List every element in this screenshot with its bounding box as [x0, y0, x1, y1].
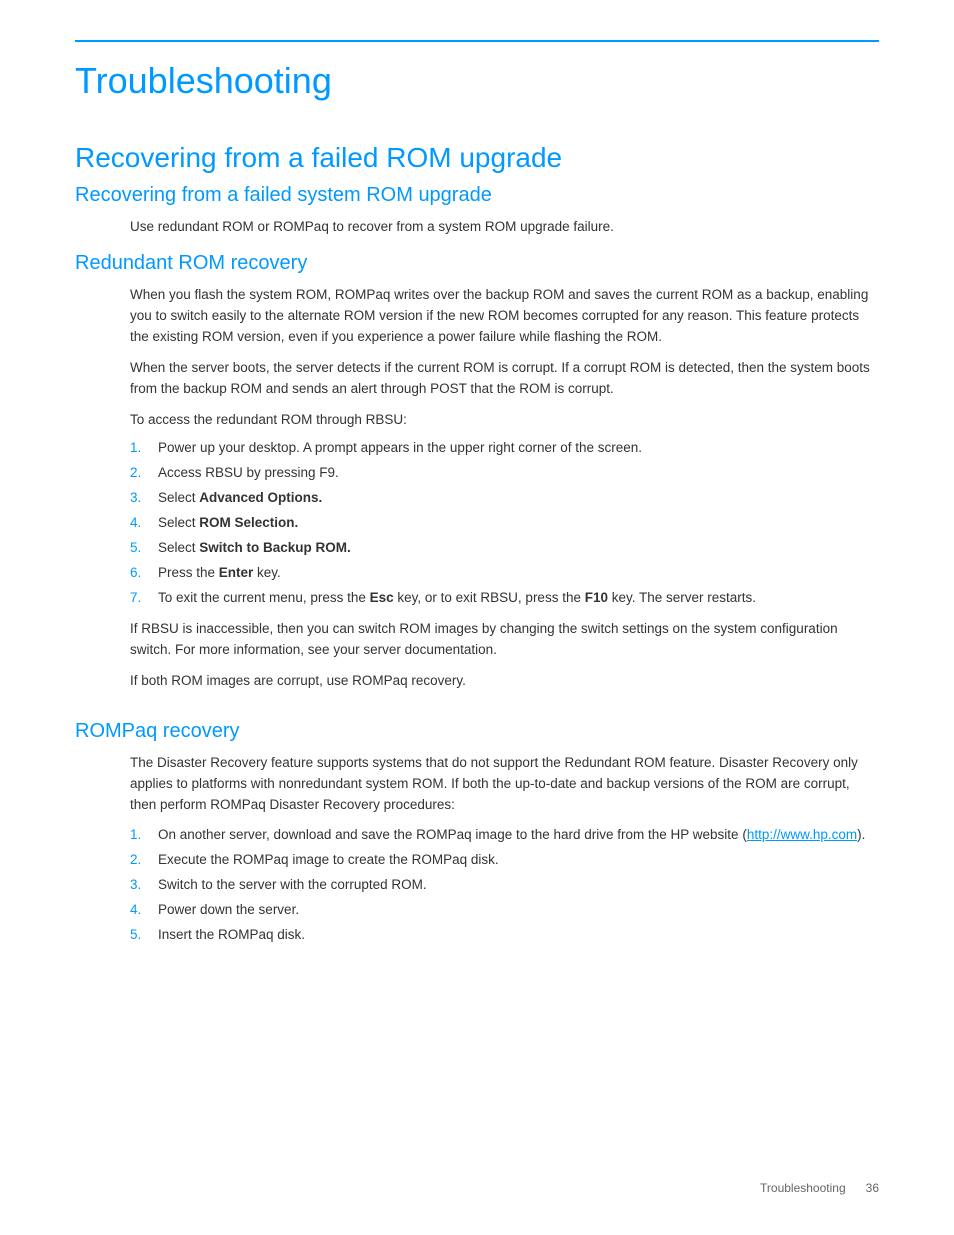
footer: Troubleshooting 36: [760, 1181, 879, 1195]
list-item: 5. Select Switch to Backup ROM.: [130, 538, 879, 559]
redundant-rom-title: Redundant ROM recovery: [75, 252, 879, 275]
redundant-rom-para2: When the server boots, the server detect…: [130, 358, 879, 400]
list-item: 2. Execute the ROMPaq image to create th…: [130, 850, 879, 871]
redundant-rom-steps: 1. Power up your desktop. A prompt appea…: [130, 438, 879, 608]
intro-text: Use redundant ROM or ROMPaq to recover f…: [130, 217, 879, 238]
list-item: 5. Insert the ROMPaq disk.: [130, 925, 879, 946]
top-rule: [75, 40, 879, 42]
hp-link[interactable]: http://www.hp.com: [747, 827, 857, 842]
subsection-title: Recovering from a failed system ROM upgr…: [75, 184, 879, 207]
rompaq-section: ROMPaq recovery The Disaster Recovery fe…: [75, 720, 879, 946]
footer-page: 36: [866, 1181, 879, 1195]
list-item: 4. Select ROM Selection.: [130, 513, 879, 534]
footer-label: Troubleshooting: [760, 1181, 846, 1195]
page-title: Troubleshooting: [75, 60, 879, 102]
list-item: 2. Access RBSU by pressing F9.: [130, 463, 879, 484]
redundant-rom-para1: When you flash the system ROM, ROMPaq wr…: [130, 285, 879, 348]
to-access-text: To access the redundant ROM through RBSU…: [130, 410, 879, 431]
main-section-title: Recovering from a failed ROM upgrade: [75, 142, 879, 174]
list-item: 1. Power up your desktop. A prompt appea…: [130, 438, 879, 459]
redundant-rom-para3: If RBSU is inaccessible, then you can sw…: [130, 619, 879, 661]
redundant-rom-section: Redundant ROM recovery When you flash th…: [75, 252, 879, 692]
list-item: 4. Power down the server.: [130, 900, 879, 921]
list-item: 3. Switch to the server with the corrupt…: [130, 875, 879, 896]
rompaq-para1: The Disaster Recovery feature supports s…: [130, 753, 879, 816]
rompaq-steps: 1. On another server, download and save …: [130, 825, 879, 946]
list-item: 1. On another server, download and save …: [130, 825, 879, 846]
list-item: 6. Press the Enter key.: [130, 563, 879, 584]
list-item: 3. Select Advanced Options.: [130, 488, 879, 509]
list-item: 7. To exit the current menu, press the E…: [130, 588, 879, 609]
rompaq-title: ROMPaq recovery: [75, 720, 879, 743]
redundant-rom-para4: If both ROM images are corrupt, use ROMP…: [130, 671, 879, 692]
